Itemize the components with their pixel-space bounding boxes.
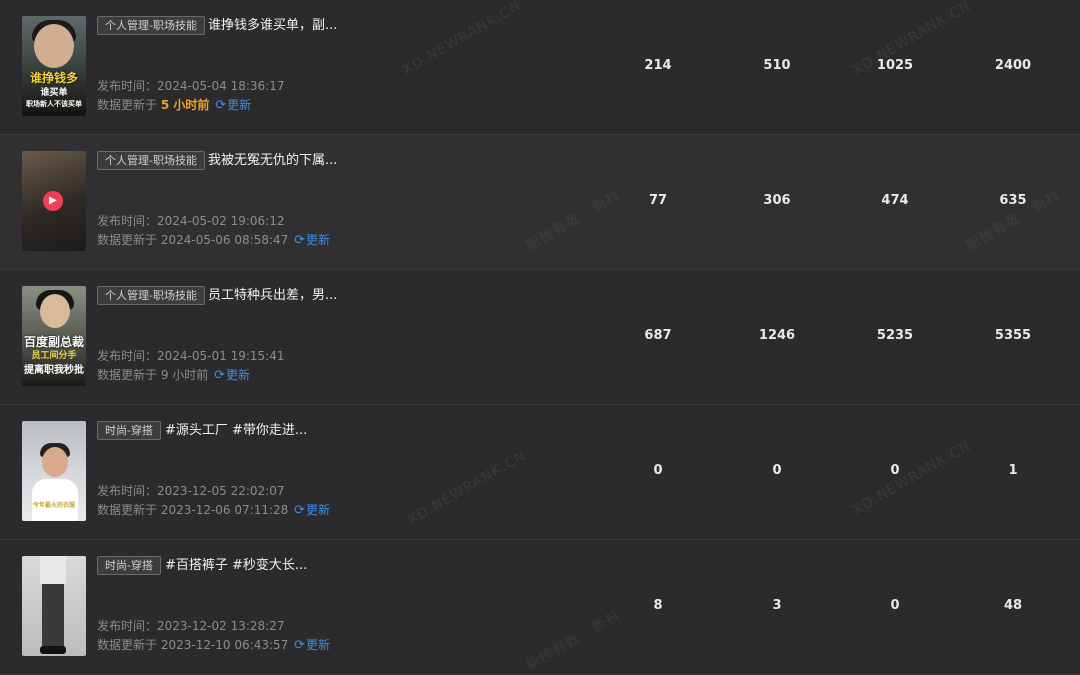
stat-value: 687 [644,328,672,343]
publish-time: 发布时间：2024-05-02 19:06:12 [97,214,285,228]
refresh-icon: ⟳ [214,368,226,383]
update-time: 2024-05-06 08:58:47 [160,233,289,247]
category-tag[interactable]: 个人管理-职场技能 [97,16,205,35]
stat-value: 635 [999,193,1027,208]
category-tag[interactable]: 个人管理-职场技能 [97,151,205,170]
stat-value: 1025 [876,58,914,73]
stat-value: 77 [648,193,668,208]
stat-value: 5355 [994,328,1032,343]
stat-value: 5235 [876,328,914,343]
publish-time: 发布时间：2024-05-04 18:36:17 [97,79,285,93]
thumbnail-figure [40,556,66,584]
thumbnail-caption: 职场新人不该买单 [26,100,82,108]
thumbnail-face [40,294,70,328]
stat-value: 214 [644,58,672,73]
update-info: 数据更新于 2024-05-06 08:58:47 ⟳更新 [97,233,331,248]
stat-value: 474 [881,193,909,208]
video-row[interactable]: ▶ 个人管理-职场技能 我被无冤无仇的下属... 发布时间：2024-05-02… [0,135,1080,270]
stat-value: 510 [763,58,791,73]
video-thumbnail[interactable] [22,556,86,656]
update-info: 数据更新于 9 小时前 ⟳更新 [97,368,251,383]
thumbnail-face [42,447,68,477]
video-title[interactable]: 员工特种兵出差，男... [208,286,337,305]
thumbnail-figure [42,584,64,650]
category-tag[interactable]: 时尚-穿搭 [97,421,161,440]
video-title[interactable]: 谁挣钱多谁买单，副... [208,16,337,35]
stat-value: 2400 [994,58,1032,73]
thumbnail-figure [40,646,66,654]
refresh-button[interactable]: ⟳更新 [294,638,330,653]
stat-value: 3 [772,598,782,613]
publish-time: 发布时间：2024-05-01 19:15:41 [97,349,285,363]
refresh-icon: ⟳ [215,98,227,113]
update-time: 9 小时前 [160,368,209,382]
thumbnail-caption: 百度副总裁 [23,335,84,349]
stat-value: 0 [890,598,900,613]
stat-value: 8 [653,598,663,613]
video-thumbnail[interactable]: 百度副总裁 员工间分手 提离职我秒批 [22,286,86,386]
stat-value: 0 [653,463,663,478]
video-title[interactable]: #源头工厂 #带你走进... [165,421,307,440]
publish-time: 发布时间：2023-12-02 13:28:27 [97,619,285,633]
refresh-icon: ⟳ [294,233,306,248]
update-time: 2023-12-06 07:11:28 [160,503,289,517]
category-tag[interactable]: 时尚-穿搭 [97,556,161,575]
thumbnail-caption: 今年最火的衣服 [32,502,75,509]
thumbnail-face [34,24,74,68]
thumbnail-figure [32,479,78,521]
thumbnail-caption: 提离职我秒批 [24,365,84,376]
update-info: 数据更新于 5 小时前 ⟳更新 [97,98,252,113]
update-info: 数据更新于 2023-12-06 07:11:28 ⟳更新 [97,503,331,518]
stat-value: 48 [1003,598,1023,613]
stat-value: 0 [772,463,782,478]
video-title[interactable]: 我被无冤无仇的下属... [208,151,337,170]
video-row[interactable]: 时尚-穿搭 #百搭裤子 #秒变大长... 发布时间：2023-12-02 13:… [0,540,1080,675]
video-thumbnail[interactable]: 今年最火的衣服 [22,421,86,521]
refresh-icon: ⟳ [294,503,306,518]
video-list: 谁挣钱多 谁买单 职场新人不该买单 个人管理-职场技能 谁挣钱多谁买单，副...… [0,0,1080,675]
thumbnail-caption: 谁挣钱多 [29,71,78,85]
video-thumbnail[interactable]: 谁挣钱多 谁买单 职场新人不该买单 [22,16,86,116]
stat-value: 0 [890,463,900,478]
video-row[interactable]: 谁挣钱多 谁买单 职场新人不该买单 个人管理-职场技能 谁挣钱多谁买单，副...… [0,0,1080,135]
publish-time: 发布时间：2023-12-05 22:02:07 [97,484,285,498]
thumbnail-caption: 谁买单 [40,88,68,98]
refresh-icon: ⟳ [294,638,306,653]
update-info: 数据更新于 2023-12-10 06:43:57 ⟳更新 [97,638,331,653]
video-row[interactable]: 今年最火的衣服 时尚-穿搭 #源头工厂 #带你走进... 发布时间：2023-1… [0,405,1080,540]
refresh-button[interactable]: ⟳更新 [215,98,251,113]
video-title[interactable]: #百搭裤子 #秒变大长... [165,556,307,575]
update-time: 5 小时前 [160,98,210,112]
refresh-button[interactable]: ⟳更新 [294,503,330,518]
video-thumbnail[interactable]: ▶ [22,151,86,251]
stat-value: 1246 [758,328,796,343]
stat-value: 306 [763,193,791,208]
video-row[interactable]: 百度副总裁 员工间分手 提离职我秒批 个人管理-职场技能 员工特种兵出差，男..… [0,270,1080,405]
thumbnail-caption: 员工间分手 [31,351,77,361]
play-icon[interactable]: ▶ [43,191,63,211]
refresh-button[interactable]: ⟳更新 [214,368,250,383]
refresh-button[interactable]: ⟳更新 [294,233,330,248]
update-time: 2023-12-10 06:43:57 [160,638,289,652]
stat-value: 1 [1008,463,1018,478]
category-tag[interactable]: 个人管理-职场技能 [97,286,205,305]
